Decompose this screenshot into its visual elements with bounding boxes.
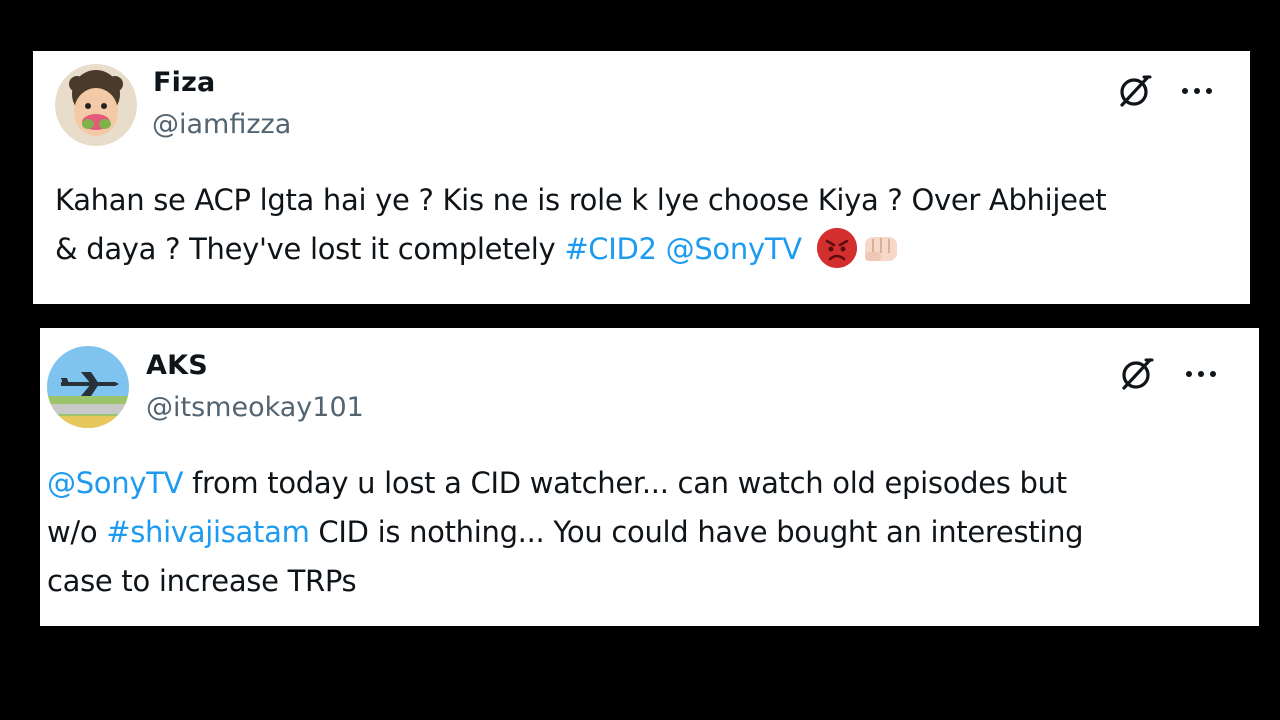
tweet-text: Kahan se ACP lgta hai ye ? Kis ne is rol… — [55, 176, 1235, 274]
mention-link[interactable]: @SonyTV — [666, 232, 802, 266]
grok-icon[interactable] — [1116, 72, 1154, 110]
fist-emoji — [861, 228, 901, 268]
mention-link[interactable]: @SonyTV — [47, 466, 183, 500]
screenshot-stage: Fiza @iamfizza Kahan se ACP lgta hai ye … — [0, 0, 1280, 720]
angry-face-emoji — [816, 228, 857, 268]
tweet-text-line: CID is nothing... You could have bought … — [309, 515, 1084, 549]
avatar[interactable] — [55, 64, 137, 146]
avatar[interactable] — [47, 346, 129, 428]
tweet-text-line: from today u lost a CID watcher... can w… — [183, 466, 1067, 500]
tweet-text: @SonyTV from today u lost a CID watcher.… — [47, 459, 1242, 606]
more-icon[interactable] — [1186, 364, 1216, 384]
user-handle[interactable]: @itsmeokay101 — [146, 392, 364, 423]
tweet-text-line: Kahan se ACP lgta hai ye ? Kis ne is rol… — [55, 183, 1107, 217]
tweet-text-line: w/o — [47, 515, 107, 549]
tweet-text-line: case to increase TRPs — [47, 564, 357, 598]
hashtag-link[interactable]: #shivajisatam — [106, 515, 310, 549]
display-name[interactable]: AKS — [146, 350, 208, 381]
tweet-card: AKS @itsmeokay101 @SonyTV from today u l… — [40, 328, 1259, 626]
grok-icon[interactable] — [1118, 355, 1156, 393]
avatar-image — [55, 64, 137, 146]
display-name[interactable]: Fiza — [153, 67, 215, 98]
avatar-image — [47, 346, 129, 428]
tweet-text-line: & daya ? They've lost it completely — [55, 232, 565, 266]
user-handle[interactable]: @iamfizza — [152, 109, 291, 140]
more-icon[interactable] — [1182, 81, 1212, 101]
tweet-card: Fiza @iamfizza Kahan se ACP lgta hai ye … — [33, 51, 1250, 304]
hashtag-link[interactable]: #CID2 — [564, 232, 657, 266]
